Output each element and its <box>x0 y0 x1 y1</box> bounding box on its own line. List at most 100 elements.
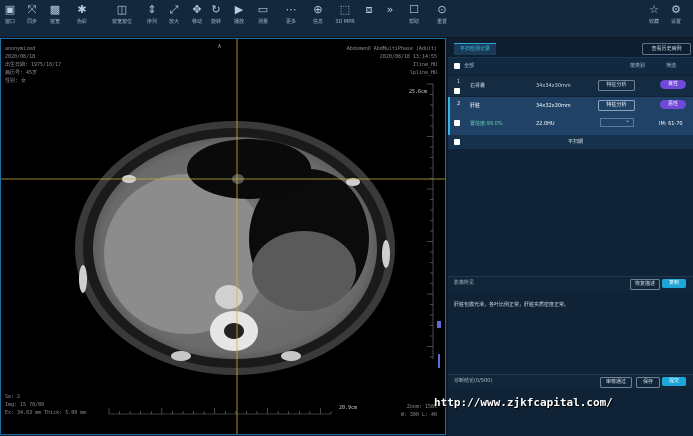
toolbar-label: 测量 <box>257 19 268 25</box>
restore-description-button[interactable]: 恢复描述 <box>630 279 660 290</box>
toolbar-label: 重置 <box>436 19 447 25</box>
save-button[interactable]: 保存 <box>636 377 660 388</box>
summary-checkbox[interactable] <box>454 139 460 145</box>
toolbar-item-help[interactable]: ☐ 帮助 <box>404 3 424 35</box>
vertical-scale-label: 25.6cm <box>409 89 428 95</box>
mpr-icon: ⬚ <box>339 3 351 16</box>
overlay-line: Img: 15 78/80 <box>5 402 45 408</box>
play-icon: ▶ <box>234 3 244 16</box>
overlay-line: Ex: 34.63 mm Thick: 5.00 mm <box>5 410 87 416</box>
toolbar-item-gear[interactable]: ⚙ 设置 <box>666 3 686 35</box>
toolbar-label: 3D MPR <box>335 19 355 25</box>
toolbar-item-move[interactable]: ✥ 移动 <box>187 3 207 35</box>
report-panel: 平扫检测记录 查看历史病例 全部 按类别 筛选 1 右肾囊 34x34x30mm… <box>448 38 693 436</box>
toolbar-item-reset[interactable]: ⊙ 重置 <box>432 3 452 35</box>
row-index: 2 <box>457 101 461 107</box>
feature-analysis-button[interactable]: 特征分析 <box>598 80 635 91</box>
toolbar-item-pseudo-color[interactable]: ✱ 伪彩 <box>72 3 92 35</box>
ct-image <box>1 39 445 434</box>
move-icon: ✥ <box>192 3 202 16</box>
filter-dropdown[interactable]: 筛选 <box>666 62 676 70</box>
overlay-line: 2020/08/18 <box>5 54 36 60</box>
series-icon: ⇕ <box>147 3 157 16</box>
feature-analysis-button[interactable]: 特征分析 <box>598 100 635 111</box>
row-checkbox[interactable] <box>454 120 460 126</box>
benign-badge: 良性 <box>660 80 686 89</box>
gear-icon: ⚙ <box>671 3 681 16</box>
finding-name: 肝脏 <box>470 103 481 109</box>
copy-button[interactable]: 复制 <box>662 279 686 288</box>
toolbar-item-measure[interactable]: ▭ 测量 <box>253 3 273 35</box>
summary-label: 平扫期 <box>568 139 584 145</box>
toolbar-label: 更多 <box>285 19 296 25</box>
row-index: 1 <box>457 79 461 85</box>
list-header <box>448 58 693 74</box>
toolbar-item-expand[interactable]: » <box>380 3 400 35</box>
overlay-line: 病历号: 45岁 <box>5 70 38 76</box>
toolbar-item-star[interactable]: ☆ 收藏 <box>644 3 664 35</box>
toolbar-item-rotate[interactable]: ↻ 旋转 <box>206 3 226 35</box>
overlay-line: Iline_HU <box>412 62 437 68</box>
toolbar-item-window[interactable]: ▣ 窗口 <box>0 3 20 35</box>
image-range: IM: 61-70 <box>659 121 683 127</box>
overlay-line: Zoom: 158% <box>406 404 437 410</box>
select-all-label: 全部 <box>464 63 475 69</box>
overlay-line: 2020/08/18 13:14:55 <box>379 54 437 60</box>
width-level-icon: ◫ <box>116 3 128 16</box>
rotate-icon: ↻ <box>211 3 221 16</box>
toolbar-label: 同步 <box>26 19 37 25</box>
findings-text[interactable]: 肝脏包膜光滑，各叶比例正常，肝脏实质密度正常。 <box>454 301 569 309</box>
finding-size: 34x34x30mm <box>536 83 571 89</box>
finding-name: 右肾囊 <box>470 83 486 89</box>
toolbar-label: 伪彩 <box>76 19 87 25</box>
toolbar-item-series[interactable]: ⇕ 序列 <box>142 3 162 35</box>
overlay-line: 性别: 女 <box>5 78 27 84</box>
tab-plain-scan[interactable]: 平扫检测记录 <box>454 43 497 55</box>
approve-button[interactable]: 审核通过 <box>600 377 632 388</box>
toolbar-item-info[interactable]: ⊕ 信息 <box>308 3 328 35</box>
reset-icon: ⊙ <box>437 3 447 16</box>
help-icon: ☐ <box>409 3 419 16</box>
malignant-badge: 恶性 <box>660 100 686 109</box>
more-icon: ⋯ <box>285 3 297 16</box>
toolbar-label: 信息 <box>312 19 323 25</box>
toolbar-item-cube[interactable]: ⧈ <box>359 3 379 35</box>
diagnosis-title: 诊断结论(0/500) <box>454 378 493 384</box>
overlay-line: AbdomenO AbdMultiPhase (Adult) <box>346 46 437 52</box>
toolbar-item-mpr[interactable]: ⬚ 3D MPR <box>335 3 355 35</box>
sync-icon: ⤧ <box>27 3 37 16</box>
history-button[interactable]: 查看历史病例 <box>642 43 691 55</box>
toolbar-label: 帮助 <box>408 19 419 25</box>
toolbar-label: 收藏 <box>648 19 659 25</box>
watermark-text: http://www.zjkfcapital.com/ <box>434 396 613 409</box>
findings-title: 影像所见 <box>454 280 475 286</box>
overlay-line: anonymized <box>5 46 36 52</box>
toolbar-label: 序列 <box>146 19 157 25</box>
toolbar-item-zoom[interactable]: ⤢ 放大 <box>164 3 184 35</box>
row-checkbox[interactable] <box>454 88 460 94</box>
window-icon: ▣ <box>4 3 16 16</box>
density-select[interactable]: ⌄ <box>600 117 634 127</box>
cube-icon: ⧈ <box>365 3 373 16</box>
toolbar-label: 旋转 <box>210 19 221 25</box>
toolbar-item-more[interactable]: ⋯ 更多 <box>281 3 301 35</box>
toolbar-item-width-level[interactable]: ◫ 窗宽窗位 <box>112 3 132 35</box>
toolbar-label: 设置 <box>670 19 681 25</box>
overlay-line: 出生日期: 1975/10/17 <box>5 62 62 68</box>
toolbar: ▣ 窗口 ⤧ 同步 ▩ 窗宽 ✱ 伪彩 ◫ 窗宽窗位 ⇕ 序列 ⤢ 放大 ✥ 移动 ↻ 旋转 ▶ 播放 ▭ 测量 ⋯ 更多 ⊕ 信… <box>0 0 693 38</box>
toolbar-label: 移动 <box>191 19 202 25</box>
submit-button[interactable]: 提交 <box>662 377 686 386</box>
toolbar-item-play[interactable]: ▶ 播放 <box>229 3 249 35</box>
overlay-line: Se: 2 <box>5 394 21 400</box>
chevron-down-icon: ⌄ <box>624 117 630 124</box>
finding-size: 34x32x30mm <box>536 103 571 109</box>
star-icon: ☆ <box>649 3 659 16</box>
sort-dropdown[interactable]: 按类别 <box>630 62 645 70</box>
select-all-checkbox[interactable] <box>454 63 460 69</box>
toolbar-item-sync[interactable]: ⤧ 同步 <box>22 3 42 35</box>
toolbar-item-window-level[interactable]: ▩ 窗宽 <box>45 3 65 35</box>
measure-icon: ▭ <box>257 3 269 16</box>
image-viewer[interactable]: anonymized 2020/08/18 出生日期: 1975/10/17 病历号:… <box>0 38 446 435</box>
density-value: 22.0HU <box>536 121 555 127</box>
confidence-value: 置信度:99.0% <box>470 121 503 127</box>
